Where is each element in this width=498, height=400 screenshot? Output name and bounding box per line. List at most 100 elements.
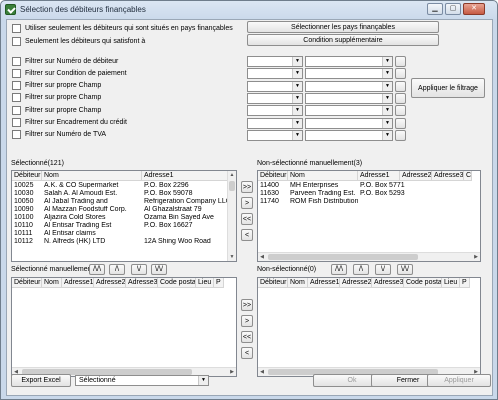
chevron-down-icon[interactable]: ▼ bbox=[382, 130, 392, 140]
scroll-left-icon[interactable]: ◀ bbox=[258, 368, 266, 376]
move-all-right-button[interactable]: >> bbox=[241, 299, 253, 311]
column-header[interactable]: Nom bbox=[42, 278, 62, 288]
column-header[interactable]: Débiteur bbox=[258, 171, 288, 181]
minimize-button[interactable]: ▁ bbox=[427, 3, 443, 15]
table-row[interactable]: 10090 Al Mazzan Foodstuff Corp. Al Ghazals… bbox=[12, 206, 228, 214]
apply-button[interactable]: Appliquer bbox=[427, 374, 491, 387]
move-right-button[interactable]: > bbox=[241, 197, 253, 209]
selected-grid[interactable]: Débiteur Nom Adresse1 10025 A.K. & CO Sup… bbox=[11, 170, 237, 262]
column-header[interactable]: Adresse2 bbox=[94, 278, 126, 288]
order-down-button[interactable]: \/ bbox=[375, 264, 391, 275]
column-header[interactable]: C bbox=[464, 171, 472, 181]
column-header[interactable]: Adresse1 bbox=[358, 171, 400, 181]
filter-row[interactable]: Filtrer sur Numéro de TVA bbox=[12, 129, 106, 141]
non-selected-manual-grid[interactable]: Débiteur Nom Adresse1 Adresse2 Adresse3 … bbox=[257, 170, 481, 262]
checkbox[interactable] bbox=[12, 105, 21, 115]
filter-value-select[interactable]: ▼ bbox=[305, 105, 393, 117]
maximize-button[interactable]: ▢ bbox=[445, 3, 461, 15]
chevron-down-icon[interactable]: ▼ bbox=[382, 93, 392, 103]
filter-row[interactable]: Filtrer sur propre Champ bbox=[12, 104, 101, 116]
filter-extra-button[interactable] bbox=[395, 117, 406, 129]
order-top-button[interactable]: /\/\ bbox=[331, 264, 347, 275]
move-all-right-button[interactable]: >> bbox=[241, 181, 253, 193]
filter-row[interactable]: Filtrer sur Encadrement du crédit bbox=[12, 117, 127, 129]
column-header[interactable]: Débiteur bbox=[258, 278, 288, 288]
column-header[interactable]: Nom bbox=[42, 171, 142, 181]
table-row[interactable]: 11630 Parveen Trading Est. P.O. Box 5293 bbox=[258, 190, 430, 198]
scroll-thumb[interactable] bbox=[268, 254, 418, 260]
scroll-thumb[interactable] bbox=[229, 181, 235, 191]
order-bottom-button[interactable]: \/\/ bbox=[397, 264, 413, 275]
selected-manual-grid[interactable]: Débiteur Nom Adresse1 Adresse2 Adresse3 … bbox=[11, 277, 237, 377]
filter-operator-select[interactable]: ▼ bbox=[247, 80, 303, 92]
column-header[interactable]: Code postal bbox=[158, 278, 196, 288]
move-all-left-button[interactable]: << bbox=[241, 331, 253, 343]
order-up-button[interactable]: /\ bbox=[353, 264, 369, 275]
scroll-right-icon[interactable]: ▶ bbox=[228, 368, 236, 376]
move-left-button[interactable]: < bbox=[241, 347, 253, 359]
column-header[interactable]: Nom bbox=[288, 171, 358, 181]
chevron-down-icon[interactable]: ▼ bbox=[292, 130, 302, 140]
checkbox[interactable] bbox=[12, 23, 21, 33]
checkbox[interactable] bbox=[12, 68, 21, 78]
move-all-left-button[interactable]: << bbox=[241, 213, 253, 225]
chevron-down-icon[interactable]: ▼ bbox=[292, 81, 302, 91]
checkbox[interactable] bbox=[12, 81, 21, 91]
chevron-down-icon[interactable]: ▼ bbox=[382, 57, 392, 66]
chevron-down-icon[interactable]: ▼ bbox=[382, 118, 392, 128]
filter-value-select[interactable]: ▼ bbox=[305, 68, 393, 80]
order-up-button[interactable]: /\ bbox=[109, 264, 125, 275]
option-financeable-countries[interactable]: Utiliser seulement les débiteurs qui son… bbox=[12, 22, 233, 34]
order-bottom-button[interactable]: \/\/ bbox=[151, 264, 167, 275]
filter-value-select[interactable]: ▼ bbox=[305, 92, 393, 104]
chevron-down-icon[interactable]: ▼ bbox=[382, 106, 392, 116]
vertical-scrollbar[interactable]: ▲ ▼ bbox=[227, 171, 236, 261]
filter-extra-button[interactable] bbox=[395, 56, 406, 67]
filter-value-select[interactable]: ▼ bbox=[305, 129, 393, 141]
move-right-button[interactable]: > bbox=[241, 315, 253, 327]
select-countries-button[interactable]: Sélectionner les pays finançables bbox=[247, 21, 439, 33]
apply-filter-button[interactable]: Appliquer le filtrage bbox=[411, 78, 485, 98]
option-satisfying-condition[interactable]: Seulement les débiteurs qui satisfont à bbox=[12, 35, 145, 47]
checkbox[interactable] bbox=[12, 130, 21, 140]
move-left-button[interactable]: < bbox=[241, 229, 253, 241]
table-row[interactable]: 10111 Al Entisar claims bbox=[12, 230, 228, 238]
column-header[interactable]: Débiteur bbox=[12, 171, 42, 181]
filter-extra-button[interactable] bbox=[395, 105, 406, 117]
table-row[interactable]: 10100 Aljazira Cold Stores Ozama Bin Sayed… bbox=[12, 214, 228, 222]
close-window-button[interactable]: ✕ bbox=[463, 3, 485, 15]
column-header[interactable]: Adresse1 bbox=[142, 171, 228, 181]
filter-extra-button[interactable] bbox=[395, 92, 406, 104]
filter-value-select[interactable]: ▼ bbox=[305, 117, 393, 129]
filter-row[interactable]: Filtrer sur propre Champ bbox=[12, 80, 101, 92]
checkbox[interactable] bbox=[12, 93, 21, 103]
column-header[interactable]: Adresse1 bbox=[308, 278, 340, 288]
filter-operator-select[interactable]: ▼ bbox=[247, 129, 303, 141]
table-row[interactable]: 10110 Al Entisar Trading Est P.O. Box 1662… bbox=[12, 222, 228, 230]
column-header[interactable]: Lieu bbox=[196, 278, 214, 288]
chevron-down-icon[interactable]: ▼ bbox=[198, 376, 208, 385]
checkbox[interactable] bbox=[12, 118, 21, 127]
table-row[interactable]: 10112 N. Alfreds (HK) LTD 12A Shing Woo Ro… bbox=[12, 238, 228, 246]
column-header[interactable]: Adresse3 bbox=[432, 171, 464, 181]
column-header[interactable]: P bbox=[460, 278, 470, 288]
filter-value-select[interactable]: ▼ bbox=[305, 56, 393, 67]
chevron-down-icon[interactable]: ▼ bbox=[292, 69, 302, 79]
table-row[interactable]: 10025 A.K. & CO Supermarket P.O. Box 2296 bbox=[12, 182, 228, 190]
additional-condition-button[interactable]: Condition supplémentaire bbox=[247, 34, 439, 46]
checkbox[interactable] bbox=[12, 36, 21, 46]
scroll-left-icon[interactable]: ◀ bbox=[258, 253, 266, 261]
table-row[interactable]: 10030 Salah A. Al Amoudi Est. P.O. Box 590… bbox=[12, 190, 228, 198]
checkbox[interactable] bbox=[12, 56, 21, 66]
filter-operator-select[interactable]: ▼ bbox=[247, 105, 303, 117]
column-header[interactable]: Lieu bbox=[442, 278, 460, 288]
column-header[interactable]: Adresse1 bbox=[62, 278, 94, 288]
order-top-button[interactable]: /\/\ bbox=[89, 264, 105, 275]
chevron-down-icon[interactable]: ▼ bbox=[292, 118, 302, 128]
chevron-down-icon[interactable]: ▼ bbox=[292, 57, 302, 66]
filter-operator-select[interactable]: ▼ bbox=[247, 117, 303, 129]
export-scope-select[interactable]: Sélectionné ▼ bbox=[75, 375, 209, 386]
filter-operator-select[interactable]: ▼ bbox=[247, 56, 303, 67]
filter-operator-select[interactable]: ▼ bbox=[247, 92, 303, 104]
column-header[interactable]: Adresse3 bbox=[372, 278, 404, 288]
